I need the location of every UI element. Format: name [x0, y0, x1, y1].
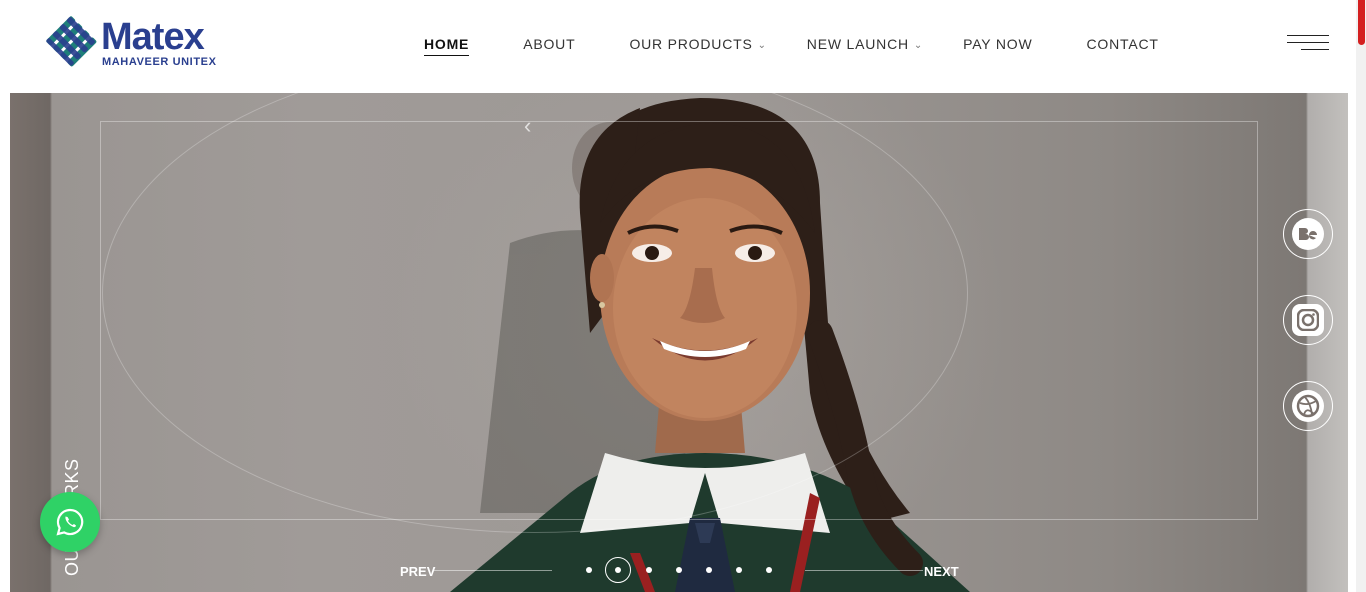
nav-our-products[interactable]: OUR PRODUCTS ⌄ — [629, 34, 766, 54]
next-line — [805, 570, 923, 571]
nav-pay-now-label: PAY NOW — [963, 36, 1033, 52]
page-scrollbar[interactable] — [1356, 0, 1366, 592]
site-header: Matex MAHAVEER UNITEX HOME ABOUT OUR PRO… — [0, 0, 1356, 93]
instagram-icon — [1292, 304, 1324, 336]
dribbble-icon — [1292, 390, 1324, 422]
dribbble-link[interactable] — [1283, 381, 1333, 431]
nav-our-products-label: OUR PRODUCTS — [629, 36, 753, 52]
slide-dot-7[interactable] — [766, 567, 772, 573]
slide-dot-2[interactable] — [615, 567, 621, 573]
next-button[interactable]: NEXT — [924, 564, 959, 579]
brand-name: Matex — [101, 16, 205, 58]
scrollbar-thumb[interactable] — [1358, 0, 1365, 45]
hamburger-icon[interactable] — [1285, 34, 1329, 52]
nav-about[interactable]: ABOUT — [523, 34, 575, 54]
instagram-link[interactable] — [1283, 295, 1333, 345]
whatsapp-chat-button[interactable] — [40, 492, 100, 552]
behance-icon — [1292, 218, 1324, 250]
hero-slider: ‹ OUR WORKS PREV — [10, 93, 1348, 592]
brand-logo[interactable]: Matex MAHAVEER UNITEX — [43, 14, 233, 70]
slide-dot-4[interactable] — [676, 567, 682, 573]
nav-contact[interactable]: CONTACT — [1087, 34, 1159, 54]
our-works-label-wrap: OUR WORKS — [40, 361, 82, 576]
whatsapp-icon — [56, 508, 84, 536]
nav-new-launch[interactable]: NEW LAUNCH ⌄ — [807, 34, 923, 54]
nav-new-launch-label: NEW LAUNCH — [806, 36, 909, 52]
page: Matex MAHAVEER UNITEX HOME ABOUT OUR PRO… — [0, 0, 1366, 592]
woven-diamond-logo-icon — [46, 16, 97, 67]
chevron-left-icon[interactable]: ‹ — [524, 113, 531, 139]
prev-line — [434, 570, 552, 571]
slider-pager: PREV NEXT — [400, 557, 960, 588]
behance-link[interactable] — [1283, 209, 1333, 259]
slide-dot-3[interactable] — [646, 567, 652, 573]
nav-about-label: ABOUT — [523, 36, 576, 52]
brand-tagline: MAHAVEER UNITEX — [102, 56, 217, 68]
slide-dot-5[interactable] — [706, 567, 712, 573]
prev-button[interactable]: PREV — [400, 564, 435, 579]
nav-pay-now[interactable]: PAY NOW — [963, 34, 1032, 54]
nav-home-label: HOME — [424, 36, 470, 52]
nav-contact-label: CONTACT — [1086, 36, 1159, 52]
chevron-down-icon: ⌄ — [757, 39, 767, 51]
chevron-down-icon: ⌄ — [913, 39, 924, 51]
main-nav: HOME ABOUT OUR PRODUCTS ⌄ NEW LAUNCH ⌄ P… — [424, 34, 1213, 56]
slide-frame — [100, 121, 1258, 520]
slide-dot-6[interactable] — [736, 567, 742, 573]
slide-dot-1[interactable] — [586, 567, 592, 573]
nav-home[interactable]: HOME — [424, 34, 470, 56]
